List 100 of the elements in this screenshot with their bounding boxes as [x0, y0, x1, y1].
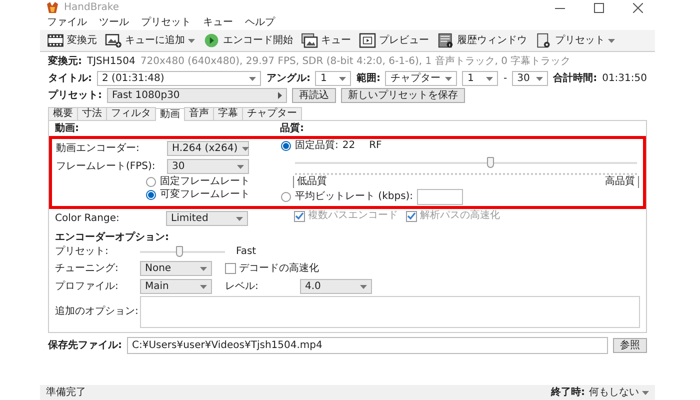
images-icon	[301, 33, 318, 48]
profile-dropdown[interactable]: Main	[140, 279, 212, 294]
field-label: チューニング:	[55, 262, 120, 274]
caret-icon	[536, 76, 544, 80]
checkbox-label: デコードの高速化	[239, 262, 319, 274]
caret-icon	[236, 216, 243, 220]
tab[interactable]: チャプター	[242, 107, 302, 120]
slider-thumb[interactable]	[176, 246, 184, 257]
field-label: フレームレート(FPS):	[56, 160, 156, 172]
fps-dropdown[interactable]: 30	[167, 159, 249, 174]
toolbar-button[interactable]: 変換元	[46, 32, 98, 49]
duration-label: 合計時間:	[553, 72, 598, 84]
source-info: 720x480 (640x480), 29.97 FPS, SDR (8-bit 4:2:0, 6-1-6), 1 音声トラック, 0 字幕トラック	[140, 56, 571, 68]
caret-icon	[242, 146, 249, 150]
title-dropdown[interactable]: 2 (01:31:48)	[97, 71, 262, 86]
duration-value: 01:31:50	[602, 72, 647, 84]
source-label: 変換元:	[48, 56, 82, 68]
toolbar-button[interactable]: キューに追加	[104, 32, 196, 49]
angle-label: アングル:	[266, 72, 310, 84]
field-label: Color Range:	[55, 212, 120, 224]
browse-button[interactable]: 参照	[613, 338, 647, 353]
encoder-dropdown[interactable]: H.264 (x264)	[167, 141, 249, 156]
radio-label: 固定フレームレート	[160, 176, 250, 188]
slider-thumb[interactable]	[486, 157, 494, 168]
radio-button[interactable]	[281, 141, 291, 151]
arrow-right-icon	[278, 92, 282, 99]
close-icon[interactable]	[633, 3, 643, 13]
tab[interactable]: 動画	[155, 108, 185, 121]
preset-label: プリセット:	[48, 90, 102, 102]
caret-icon	[642, 390, 649, 394]
caret-icon	[237, 164, 244, 168]
options-text-area[interactable]	[140, 296, 640, 328]
toolbar-button[interactable]: 履歴ウィンドウ	[436, 32, 528, 49]
caret-icon	[339, 76, 346, 80]
tab[interactable]: フィルタ	[106, 107, 156, 120]
angle-dropdown[interactable]: 1	[315, 71, 352, 86]
preset-button[interactable]: 再読込	[292, 88, 336, 103]
radio-button[interactable]	[146, 177, 156, 187]
caret-icon	[249, 76, 256, 80]
tab[interactable]: 寸法	[77, 107, 107, 120]
menu-item[interactable]: ファイル	[46, 17, 88, 29]
caret-icon	[486, 76, 494, 80]
field-label: プロファイル:	[55, 280, 120, 292]
high-quality-label: 高品質	[605, 176, 639, 188]
range-end-dropdown[interactable]: 30	[512, 71, 548, 86]
level-dropdown[interactable]: 4.0	[300, 279, 372, 294]
when-done-dropdown[interactable]: 何もしない	[589, 386, 649, 398]
quality-unit: RF	[369, 140, 382, 152]
section-heading: 品質:	[280, 123, 305, 135]
maximize-icon[interactable]	[594, 3, 604, 13]
range-start-dropdown[interactable]: 1	[462, 71, 498, 86]
menu-item[interactable]: ツール	[98, 17, 130, 29]
radio-label: 平均ビットレート (kbps):	[295, 191, 414, 203]
field-label: プリセット:	[55, 246, 110, 258]
status-text: 準備完了	[46, 386, 86, 398]
app-logo-icon	[46, 2, 59, 14]
source-name: TJSH1504	[87, 56, 136, 68]
play-icon	[203, 33, 220, 48]
preset-button[interactable]: 新しいプリセットを保存	[341, 88, 465, 103]
title-label: タイトル:	[48, 72, 92, 84]
menu-item[interactable]: プリセット	[140, 17, 192, 29]
field-label: 動画エンコーダー:	[56, 142, 140, 154]
caret-icon	[188, 38, 195, 42]
caret-icon	[200, 266, 207, 270]
radio-label: 可変フレームレート	[160, 189, 250, 201]
radio-button[interactable]	[281, 192, 291, 202]
image-add-icon	[105, 33, 122, 48]
toolbar-button[interactable]: プリセット	[534, 32, 616, 49]
toolbar-button[interactable]: プレビュー	[358, 32, 430, 49]
menu-item[interactable]: キュー	[202, 17, 234, 29]
film-frame-icon	[359, 33, 376, 48]
tab[interactable]: 概要	[48, 107, 78, 120]
film-icon	[47, 33, 64, 48]
preset-dropdown[interactable]: Fast 1080p30	[107, 88, 287, 103]
bitrate-field[interactable]	[417, 189, 464, 205]
tab[interactable]: 字幕	[213, 107, 243, 120]
field-label: レベル:	[225, 280, 260, 292]
destination-label: 保存先ファイル:	[48, 340, 122, 352]
radio-button[interactable]	[146, 190, 156, 200]
caret-icon	[445, 76, 452, 80]
range-type-dropdown[interactable]: チャプター	[385, 71, 458, 86]
log-icon	[437, 33, 454, 48]
section-heading: エンコーダーオプション:	[55, 232, 170, 244]
toolbar-button[interactable]: エンコード開始	[202, 32, 294, 49]
range-label: 範囲:	[356, 72, 380, 84]
color-range-dropdown[interactable]: Limited	[166, 211, 248, 226]
document-gear-icon	[535, 33, 552, 48]
low-quality-label: 低品質	[293, 176, 327, 188]
caret-icon	[360, 284, 367, 288]
checkbox[interactable]	[225, 263, 236, 274]
tune-dropdown[interactable]: None	[140, 261, 212, 276]
section-heading: 動画:	[55, 123, 80, 135]
menu-item[interactable]: ヘルプ	[244, 17, 276, 29]
caret-icon	[608, 38, 615, 42]
destination-field[interactable]: C:¥Users¥user¥Videos¥Tjsh1504.mp4	[127, 337, 608, 354]
tab[interactable]: 音声	[184, 107, 214, 120]
toolbar-button[interactable]: キュー	[300, 32, 352, 49]
range-separator: -	[503, 72, 508, 84]
checkbox-label: 解析パスの高速化	[420, 210, 500, 222]
when-done-label: 終了時:	[551, 386, 585, 398]
